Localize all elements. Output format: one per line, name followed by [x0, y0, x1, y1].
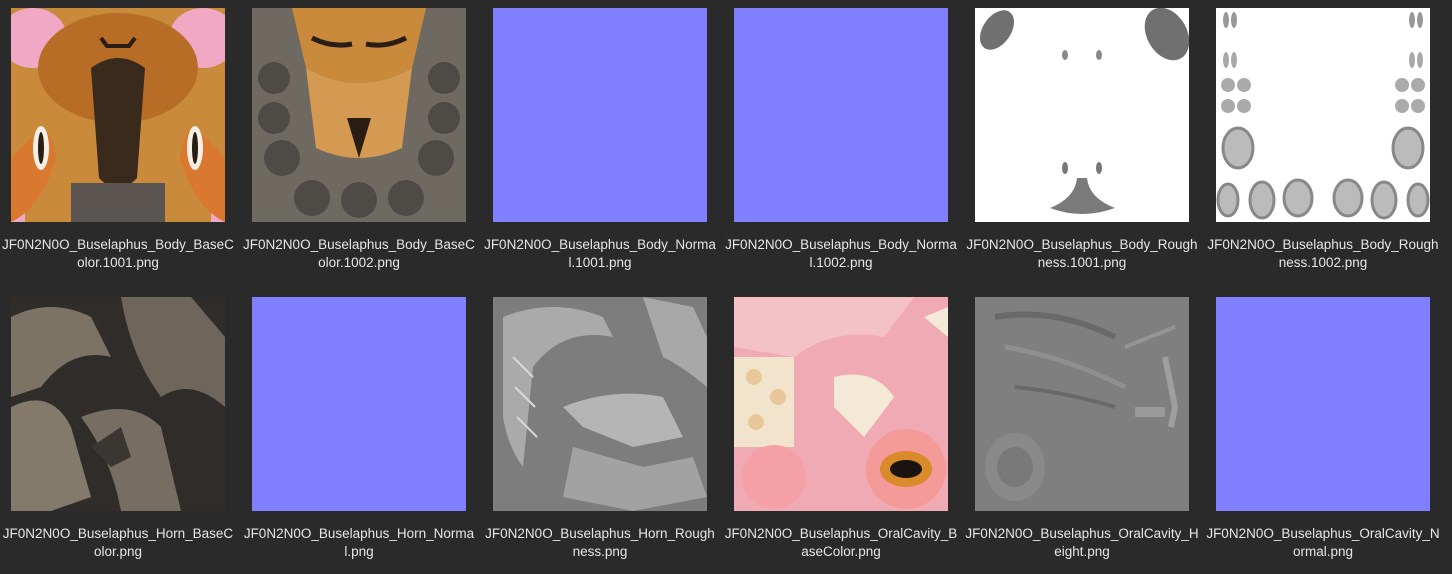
texture-thumbnail	[493, 297, 707, 511]
file-name: JF0N2N0O_Buselaphus_Body_Norma l.1001.png	[484, 237, 716, 270]
file-item[interactable]: JF0N2N0O_Buselaphus_Body_BaseC olor.1001.…	[0, 8, 236, 288]
texture-thumbnail	[493, 8, 707, 222]
file-name: JF0N2N0O_Buselaphus_Horn_BaseC olor.png	[2, 526, 234, 559]
file-name: JF0N2N0O_Buselaphus_Body_Rough ness.1002.…	[1207, 237, 1439, 270]
texture-thumbnail	[734, 8, 948, 222]
texture-thumbnail	[11, 8, 225, 222]
file-item[interactable]: JF0N2N0O_Buselaphus_OralCavity_B aseColor…	[723, 297, 959, 574]
file-name: JF0N2N0O_Buselaphus_Horn_Rough ness.png	[485, 526, 715, 559]
file-item[interactable]: JF0N2N0O_Buselaphus_OralCavity_H eight.pn…	[964, 297, 1200, 574]
texture-thumbnail	[1216, 297, 1430, 511]
texture-thumbnail	[11, 297, 225, 511]
file-name: JF0N2N0O_Buselaphus_Body_Norma l.1002.png	[725, 237, 957, 270]
file-name: JF0N2N0O_Buselaphus_OralCavity_N ormal.pn…	[1206, 526, 1440, 559]
file-grid: JF0N2N0O_Buselaphus_Body_BaseC olor.1001.…	[0, 0, 1452, 574]
file-name: JF0N2N0O_Buselaphus_Horn_Norma l.png	[243, 526, 475, 559]
texture-thumbnail	[252, 8, 466, 222]
file-item[interactable]: JF0N2N0O_Buselaphus_Horn_BaseC olor.png	[0, 297, 236, 574]
file-item[interactable]: JF0N2N0O_Buselaphus_OralCavity_N ormal.pn…	[1205, 297, 1441, 574]
file-item[interactable]: JF0N2N0O_Buselaphus_Body_Rough ness.1002.…	[1205, 8, 1441, 288]
file-name: JF0N2N0O_Buselaphus_Body_Rough ness.1001.…	[966, 237, 1198, 270]
file-name: JF0N2N0O_Buselaphus_Body_BaseC olor.1002.…	[243, 237, 475, 270]
file-item[interactable]: JF0N2N0O_Buselaphus_Body_Norma l.1002.png	[723, 8, 959, 288]
texture-thumbnail	[975, 297, 1189, 511]
texture-thumbnail	[252, 297, 466, 511]
file-item[interactable]: JF0N2N0O_Buselaphus_Horn_Norma l.png	[241, 297, 477, 574]
file-name: JF0N2N0O_Buselaphus_OralCavity_B aseColor…	[724, 526, 958, 559]
file-item[interactable]: JF0N2N0O_Buselaphus_Horn_Rough ness.png	[482, 297, 718, 574]
file-name: JF0N2N0O_Buselaphus_Body_BaseC olor.1001.…	[2, 237, 234, 270]
texture-thumbnail	[734, 297, 948, 511]
texture-thumbnail	[1216, 8, 1430, 222]
file-item[interactable]: JF0N2N0O_Buselaphus_Body_BaseC olor.1002.…	[241, 8, 477, 288]
file-item[interactable]: JF0N2N0O_Buselaphus_Body_Norma l.1001.png	[482, 8, 718, 288]
texture-thumbnail	[975, 8, 1189, 222]
file-name: JF0N2N0O_Buselaphus_OralCavity_H eight.pn…	[965, 526, 1199, 559]
file-item[interactable]: JF0N2N0O_Buselaphus_Body_Rough ness.1001.…	[964, 8, 1200, 288]
